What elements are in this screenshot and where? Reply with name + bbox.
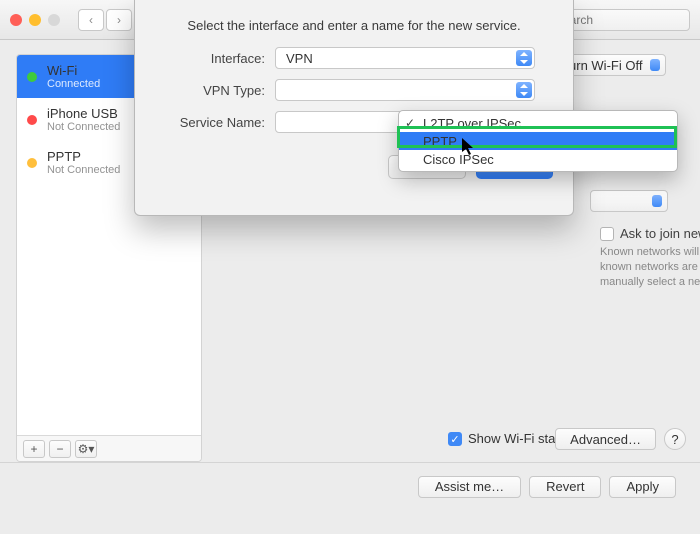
ask-to-join-checkbox[interactable] — [600, 227, 614, 241]
nav-buttons: ‹ › — [78, 9, 132, 31]
interface-select[interactable]: VPN — [275, 47, 535, 69]
apply-button[interactable]: Apply — [609, 476, 676, 498]
vpn-type-label: VPN Type: — [155, 83, 265, 98]
sidebar-item-status: Connected — [47, 78, 100, 90]
remove-service-button[interactable]: − — [49, 440, 71, 458]
minimize-button[interactable] — [29, 14, 41, 26]
close-button[interactable] — [10, 14, 22, 26]
sidebar-item-status: Not Connected — [47, 164, 120, 176]
sidebar-item-status: Not Connected — [47, 121, 120, 133]
vpn-type-dropdown: ✓ L2TP over IPSec PPTP Cisco IPSec — [398, 110, 678, 172]
sidebar-item-label: Wi-Fi — [47, 63, 100, 78]
status-dot-icon — [27, 158, 37, 168]
forward-button[interactable]: › — [106, 9, 132, 31]
service-name-label: Service Name: — [155, 115, 265, 130]
footer: Assist me… Revert Apply — [0, 462, 700, 510]
show-status-checkbox[interactable]: ✓ — [448, 432, 462, 446]
service-gear-button[interactable]: ⚙▾ — [75, 440, 97, 458]
maximize-button[interactable] — [48, 14, 60, 26]
sidebar-item-label: PPTP — [47, 149, 120, 164]
vpn-type-option-l2tp[interactable]: ✓ L2TP over IPSec — [399, 114, 677, 132]
ask-to-join-help: Known networks will be joined automatica… — [600, 245, 700, 290]
ask-to-join-label: Ask to join new networks — [620, 226, 700, 241]
ask-to-join: Ask to join new networks Known networks … — [600, 226, 700, 290]
vpn-type-select[interactable] — [275, 79, 535, 101]
help-button[interactable]: ? — [664, 428, 686, 450]
status-dot-icon — [27, 72, 37, 82]
vpn-type-option-pptp[interactable]: PPTP — [399, 132, 677, 150]
checkmark-icon: ✓ — [405, 116, 415, 130]
sidebar-item-label: iPhone USB — [47, 106, 120, 121]
interface-label: Interface: — [155, 51, 265, 66]
sidebar-footer: + − ⚙▾ — [17, 435, 201, 461]
advanced-button[interactable]: Advanced… — [555, 428, 656, 450]
sheet-title: Select the interface and enter a name fo… — [155, 18, 553, 33]
vpn-type-option-cisco[interactable]: Cisco IPSec — [399, 150, 677, 168]
status-dot-icon — [27, 115, 37, 125]
assist-me-button[interactable]: Assist me… — [418, 476, 521, 498]
window-controls — [10, 14, 60, 26]
new-service-sheet: Select the interface and enter a name fo… — [134, 0, 574, 216]
back-button[interactable]: ‹ — [78, 9, 104, 31]
revert-button[interactable]: Revert — [529, 476, 601, 498]
chevron-updown-icon — [516, 50, 532, 66]
add-service-button[interactable]: + — [23, 440, 45, 458]
chevron-updown-icon — [516, 82, 532, 98]
network-name-select[interactable] — [590, 190, 668, 212]
